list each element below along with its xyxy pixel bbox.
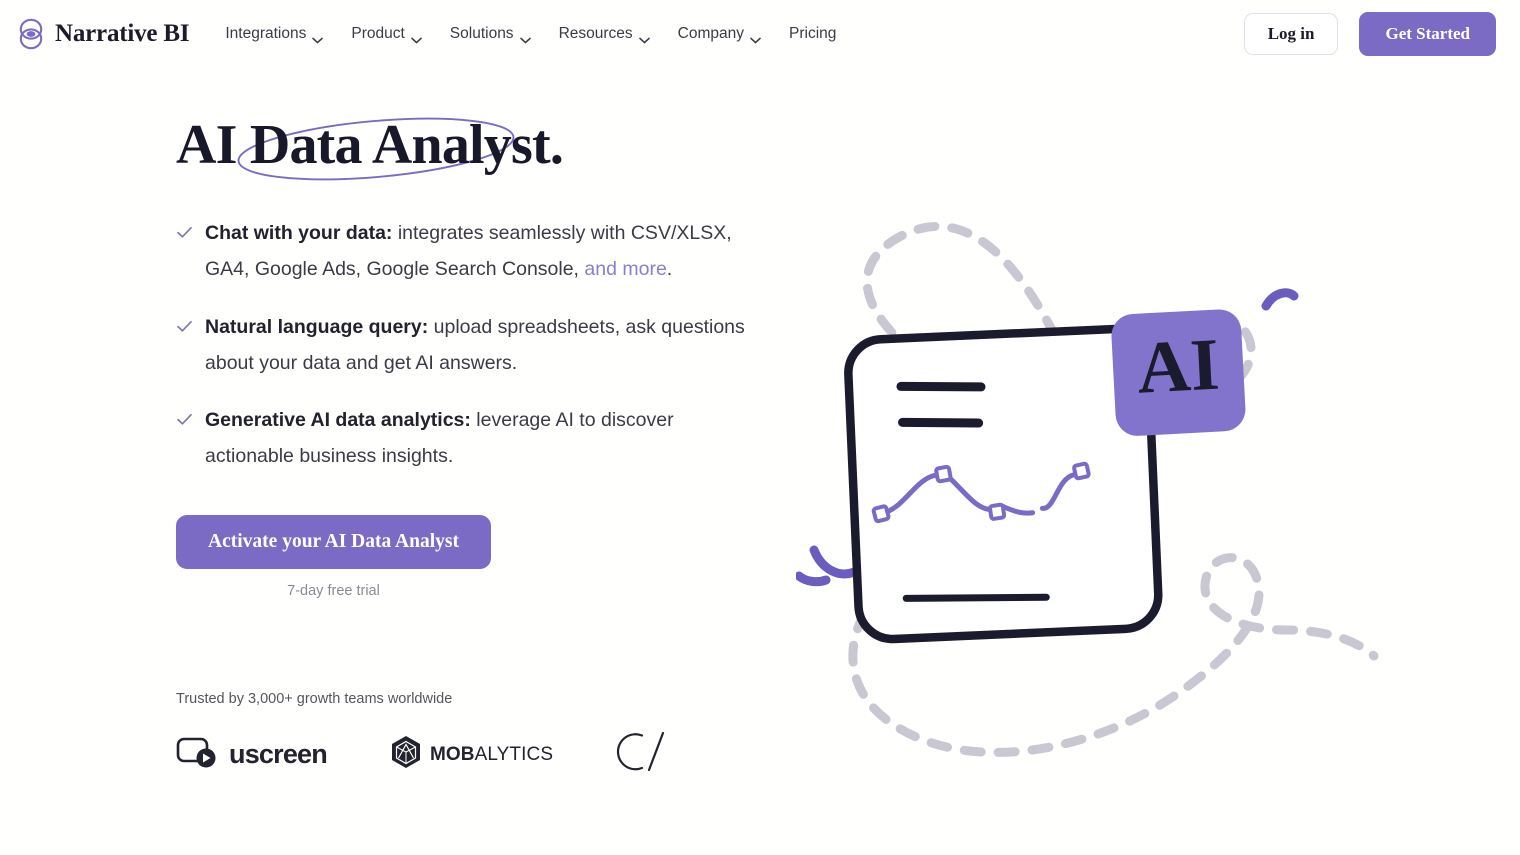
logo-c-slash (611, 729, 667, 780)
chevron-down-icon (519, 31, 531, 43)
nav-item-integrations[interactable]: Integrations (211, 17, 337, 51)
nav-label: Product (351, 25, 405, 42)
check-icon (176, 224, 193, 241)
primary-navigation: Integrations Product Solutions Resources… (211, 17, 850, 51)
bullet-text: Generative AI data analytics: leverage A… (205, 403, 751, 475)
nav-item-resources[interactable]: Resources (545, 17, 664, 51)
trusted-by-label: Trusted by 3,000+ growth teams worldwide (176, 691, 453, 708)
cta-note: 7-day free trial (287, 583, 380, 600)
nav-item-pricing[interactable]: Pricing (775, 17, 850, 51)
and-more-link[interactable]: and more (584, 258, 666, 280)
mobalytics-d20-icon (390, 735, 422, 774)
nav-item-product[interactable]: Product (337, 17, 435, 51)
bullet-tail: . (666, 257, 673, 280)
login-button[interactable]: Log in (1243, 13, 1339, 55)
check-icon (176, 411, 193, 428)
nav-label: Pricing (789, 25, 837, 42)
get-started-button[interactable]: Get Started (1359, 12, 1496, 56)
nav-label: Resources (558, 25, 633, 42)
uscreen-wordmark: uscreen (229, 739, 328, 770)
bullet-lead: Natural language query: (205, 315, 429, 338)
bullet-text: Natural language query: upload spreadshe… (205, 310, 751, 382)
hero-section: AI Data Analyst. Chat with your data: in… (0, 68, 1520, 780)
chevron-down-icon (638, 31, 650, 43)
narrative-bi-eye-logo-icon (18, 18, 44, 50)
header-actions: Log in Get Started (1243, 12, 1496, 56)
list-item: Natural language query: upload spreadshe… (176, 310, 751, 382)
mobalytics-wordmark-light: ALYTICS (474, 743, 554, 765)
bullet-text: Chat with your data: integrates seamless… (205, 216, 751, 288)
nav-item-solutions[interactable]: Solutions (436, 17, 545, 51)
uscreen-play-icon (176, 736, 218, 773)
bullet-lead: Chat with your data: (205, 221, 393, 244)
list-item: Chat with your data: integrates seamless… (176, 216, 751, 288)
cta-block: Activate your AI Data Analyst 7-day free… (176, 515, 491, 599)
chevron-down-icon (750, 31, 761, 43)
nav-label: Company (677, 25, 744, 42)
ai-report-card-illustration: AI (794, 178, 1396, 778)
list-item: Generative AI data analytics: leverage A… (176, 403, 751, 475)
chevron-down-icon (312, 31, 324, 43)
activate-ai-data-analyst-button[interactable]: Activate your AI Data Analyst (176, 515, 491, 570)
ai-badge-label: AI (1135, 324, 1221, 410)
hero-illustration-area: AI (786, 68, 1520, 757)
nav-label: Integrations (225, 25, 307, 42)
brand-name: Narrative BI (55, 20, 190, 47)
nav-item-company[interactable]: Company (664, 17, 775, 51)
logo-uscreen: uscreen (176, 736, 328, 773)
hero-content: AI Data Analyst. Chat with your data: in… (176, 68, 786, 780)
mobalytics-wordmark-bold: MOB (429, 743, 475, 765)
chevron-down-icon (410, 31, 422, 43)
bullet-lead: Generative AI data analytics: (205, 409, 471, 432)
c-slash-logo-icon (611, 729, 667, 780)
page-title: AI Data Analyst. (176, 114, 564, 176)
nav-label: Solutions (449, 25, 514, 42)
check-icon (176, 318, 193, 335)
headline-block: AI Data Analyst. (176, 110, 603, 182)
feature-bullet-list: Chat with your data: integrates seamless… (176, 216, 786, 475)
brand-logo[interactable]: Narrative BI (18, 18, 190, 50)
social-proof-section: Trusted by 3,000+ growth teams worldwide… (176, 691, 786, 780)
logo-mobalytics: MOBALYTICS (390, 735, 553, 774)
mobalytics-wordmark: MOBALYTICS (430, 744, 553, 766)
site-header: Narrative BI Integrations Product Soluti… (0, 0, 1520, 68)
customer-logo-row: uscreen MOBALYTICS (176, 729, 786, 780)
